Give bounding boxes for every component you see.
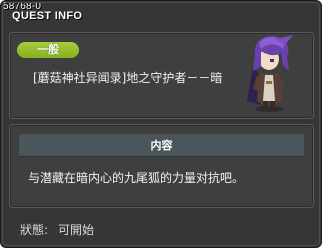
npc-avatar bbox=[239, 31, 301, 113]
window-title: QUEST INFO bbox=[12, 10, 83, 22]
status-label: 狀態: bbox=[20, 223, 49, 237]
quest-category-badge: 一般 bbox=[17, 42, 79, 58]
quest-description: 与潜藏在暗内心的九尾狐的力量对抗吧。 bbox=[28, 171, 245, 185]
content-section-header: 内容 bbox=[19, 134, 304, 157]
status-value: 可開始 bbox=[58, 223, 95, 237]
quest-info-window: 58768-0 QUEST INFO 一般 [蘑菇神社异闻录]地之守护者－－暗 bbox=[0, 0, 322, 248]
purple-haired-character-icon bbox=[247, 35, 293, 112]
quest-name: [蘑菇神社异闻录]地之守护者－－暗 bbox=[33, 71, 223, 85]
